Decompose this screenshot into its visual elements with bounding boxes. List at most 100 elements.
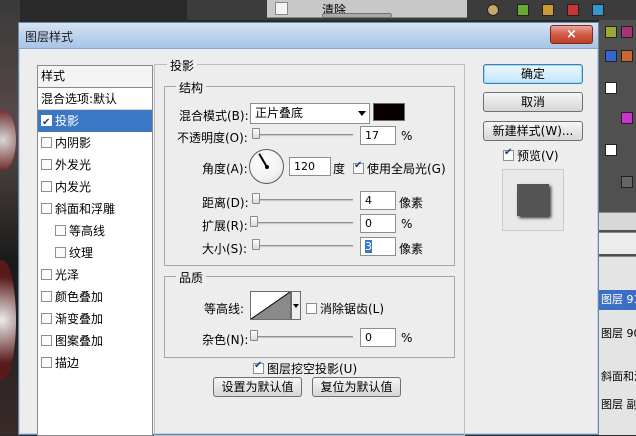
style-item-0[interactable]: 投影 xyxy=(38,110,152,134)
angle-input[interactable]: 120 xyxy=(289,157,331,176)
swatch[interactable] xyxy=(605,144,617,156)
opacity-slider-thumb[interactable] xyxy=(252,128,260,139)
style-item-8[interactable]: 颜色叠加 xyxy=(38,286,152,308)
anti-alias-check-icon[interactable] xyxy=(306,303,317,314)
style-item-checkbox[interactable] xyxy=(41,203,52,214)
dialog-titlebar[interactable]: 图层样式 × xyxy=(19,23,598,49)
swatch[interactable] xyxy=(517,4,529,16)
style-item-4[interactable]: 斜面和浮雕 xyxy=(38,198,152,220)
style-item-10[interactable]: 图案叠加 xyxy=(38,330,152,352)
style-item-checkbox[interactable] xyxy=(41,291,52,302)
reset-default-button[interactable]: 复位为默认值 xyxy=(312,377,401,397)
spread-input[interactable]: 0 xyxy=(360,214,396,233)
layers-panel-toolbar xyxy=(599,232,636,254)
global-light-checkbox[interactable]: 使用全局光(G) xyxy=(353,160,446,177)
style-item-label: 渐变叠加 xyxy=(55,312,104,326)
style-item-checkbox[interactable] xyxy=(41,335,52,346)
new-style-button[interactable]: 新建样式(W)... xyxy=(483,121,583,141)
style-item-checkbox[interactable] xyxy=(41,181,52,192)
contour-linear-icon xyxy=(250,291,291,320)
close-button[interactable]: × xyxy=(550,25,593,44)
toolbar-strip: 清除 xyxy=(267,0,467,18)
layer-item-90[interactable]: 图层 90 xyxy=(599,324,636,344)
style-item-checkbox[interactable] xyxy=(41,357,52,368)
style-item-checkbox[interactable] xyxy=(41,137,52,148)
style-item-2[interactable]: 外发光 xyxy=(38,154,152,176)
swatch[interactable] xyxy=(592,4,604,16)
ok-button[interactable]: 确定 xyxy=(483,64,583,84)
drop-shadow-title: 投影 xyxy=(167,57,198,74)
style-item-checkbox[interactable] xyxy=(55,225,66,236)
swatch[interactable] xyxy=(621,176,633,188)
app-toolbar: 清除 xyxy=(187,0,636,20)
noise-input[interactable]: 0 xyxy=(360,328,396,347)
spread-slider[interactable] xyxy=(252,222,353,225)
anti-alias-label: 消除锯齿(L) xyxy=(320,302,385,316)
style-item-1[interactable]: 内阴影 xyxy=(38,132,152,154)
toolbar-button[interactable] xyxy=(322,13,392,18)
size-slider[interactable] xyxy=(252,245,353,248)
style-item-5[interactable]: 等高线 xyxy=(38,220,152,242)
size-slider-thumb[interactable] xyxy=(252,239,260,250)
distance-slider[interactable] xyxy=(252,199,353,202)
swatch[interactable] xyxy=(605,82,617,94)
layer-item-copy[interactable]: 图层 副本 xyxy=(599,396,636,414)
chevron-down-icon xyxy=(293,304,299,308)
palette-icon[interactable] xyxy=(487,4,499,16)
swatch[interactable] xyxy=(567,4,579,16)
noise-slider-thumb[interactable] xyxy=(250,330,258,341)
opacity-unit: % xyxy=(401,129,413,143)
distance-input[interactable]: 4 xyxy=(360,191,396,210)
style-item-3[interactable]: 内发光 xyxy=(38,176,152,198)
close-icon: × xyxy=(566,27,577,42)
style-item-label: 外发光 xyxy=(55,158,92,172)
style-item-checkbox[interactable] xyxy=(41,269,52,280)
opacity-input[interactable]: 17 xyxy=(360,126,396,145)
swatch[interactable] xyxy=(621,50,633,62)
shadow-color-swatch[interactable] xyxy=(373,103,405,121)
style-item-checkbox[interactable] xyxy=(55,247,66,258)
contour-preview[interactable] xyxy=(250,291,291,320)
blend-mode-select[interactable]: 正片叠底 xyxy=(250,103,370,124)
set-default-button[interactable]: 设置为默认值 xyxy=(213,377,302,397)
style-item-checkbox[interactable] xyxy=(41,112,52,134)
opacity-slider[interactable] xyxy=(252,134,353,137)
knockout-check-icon[interactable] xyxy=(253,360,264,374)
style-item-6[interactable]: 纹理 xyxy=(38,242,152,264)
spread-slider-thumb[interactable] xyxy=(250,216,258,227)
anti-alias-checkbox[interactable]: 消除锯齿(L) xyxy=(306,300,384,317)
layer-style-dialog: 图层样式 × 样式 混合选项:默认 投影内阴影外发光内发光斜面和浮雕等高线纹理光… xyxy=(18,22,599,436)
knockout-checkbox[interactable]: 图层挖空投影(U) xyxy=(253,360,357,377)
swatch[interactable] xyxy=(621,26,633,38)
noise-slider[interactable] xyxy=(252,336,353,339)
style-item-7[interactable]: 光泽 xyxy=(38,264,152,286)
global-light-check-icon[interactable] xyxy=(353,160,364,174)
preview-label: 预览(V) xyxy=(517,149,559,163)
preview-square xyxy=(517,184,549,216)
layers-panel-header xyxy=(599,212,636,230)
contour-dropdown[interactable] xyxy=(291,291,301,320)
knockout-label: 图层挖空投影(U) xyxy=(267,362,358,376)
canvas-object xyxy=(0,260,16,380)
toolbar-checkbox[interactable] xyxy=(275,2,288,15)
style-item-blend-options[interactable]: 混合选项:默认 xyxy=(38,88,152,110)
style-item-9[interactable]: 渐变叠加 xyxy=(38,308,152,330)
style-item-checkbox[interactable] xyxy=(41,313,52,324)
angle-dial[interactable] xyxy=(249,149,284,184)
size-input[interactable]: 3 xyxy=(360,237,396,256)
distance-slider-thumb[interactable] xyxy=(252,193,260,204)
cancel-button[interactable]: 取消 xyxy=(483,92,583,112)
swatch[interactable] xyxy=(621,112,633,124)
swatch[interactable] xyxy=(605,50,617,62)
style-item-11[interactable]: 描边 xyxy=(38,352,152,374)
layer-effect-bevel[interactable]: 斜面和浮雕 xyxy=(599,368,636,386)
preview-check-icon[interactable] xyxy=(503,147,514,161)
style-item-checkbox[interactable] xyxy=(41,159,52,170)
layer-item-91[interactable]: 图层 91 xyxy=(599,290,636,310)
swatch[interactable] xyxy=(542,4,554,16)
angle-unit: 度 xyxy=(333,162,346,176)
style-item-label: 斜面和浮雕 xyxy=(55,202,116,216)
preview-checkbox[interactable]: 预览(V) xyxy=(503,147,559,164)
canvas-background xyxy=(0,0,20,435)
swatch[interactable] xyxy=(605,26,617,38)
